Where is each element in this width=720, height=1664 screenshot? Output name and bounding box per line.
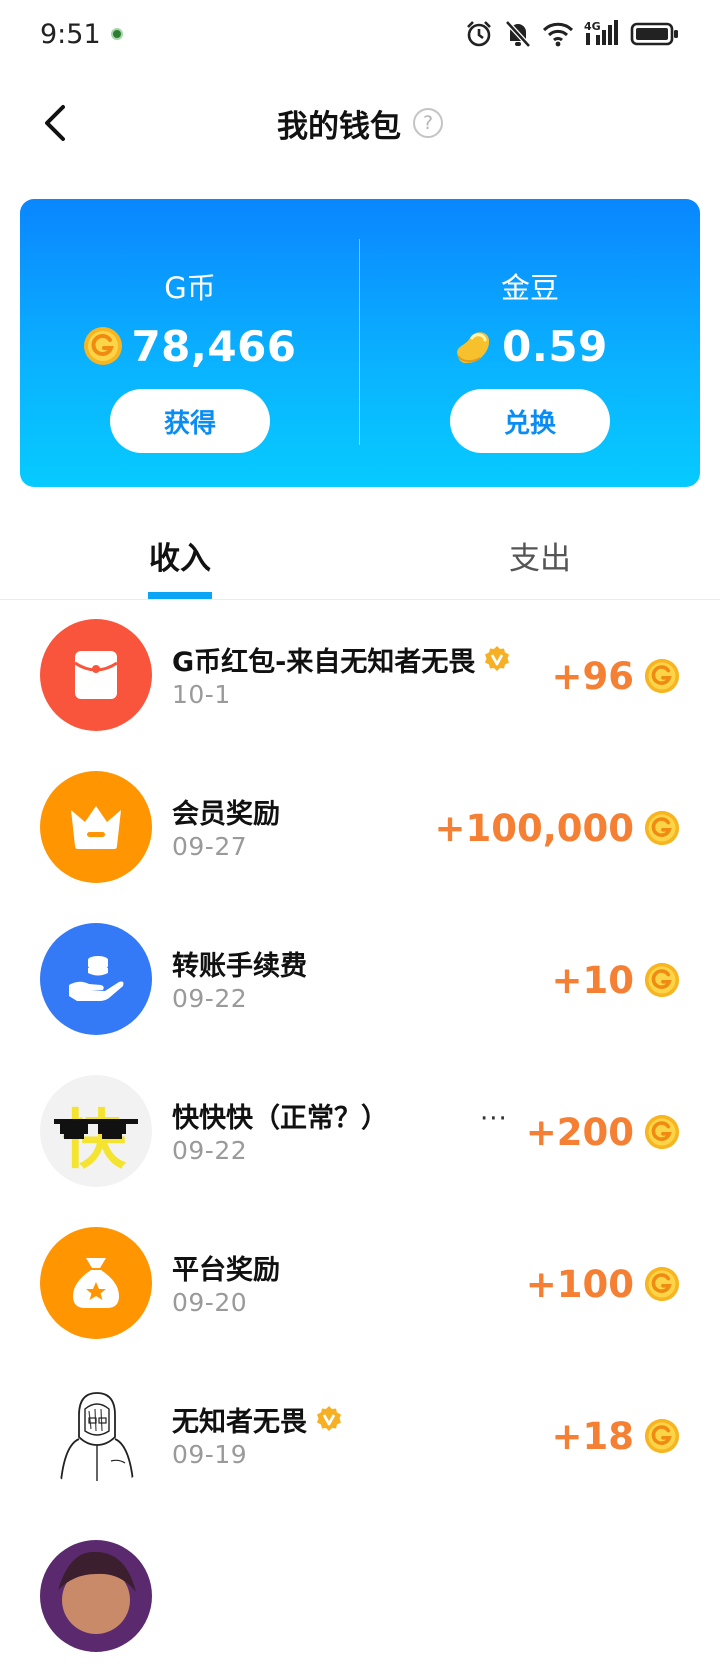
item-amount-row: +100,000 bbox=[434, 806, 680, 850]
gcoin-label: G币 bbox=[164, 271, 216, 305]
user-avatar-kuai: 快 bbox=[40, 1075, 152, 1187]
item-amount: +18 bbox=[551, 1414, 635, 1458]
more-icon[interactable]: ··· bbox=[480, 1104, 508, 1134]
verified-badge-icon bbox=[317, 1406, 341, 1431]
item-amount-row: +100 bbox=[525, 1262, 680, 1306]
item-title: 无知者无畏 bbox=[172, 1406, 307, 1438]
golden-bean-balance-row: 0.59 bbox=[452, 321, 608, 371]
notification-dot-icon bbox=[110, 28, 123, 40]
user-avatar bbox=[40, 1540, 152, 1652]
gcoin-icon bbox=[644, 1114, 680, 1150]
item-text: 转账手续费 09-22 bbox=[172, 944, 307, 1014]
time-text: 9:51 bbox=[40, 18, 101, 50]
item-title: 平台奖励 bbox=[172, 1254, 280, 1286]
question-circle-icon[interactable]: ? bbox=[413, 108, 443, 138]
item-amount: +100 bbox=[525, 1262, 634, 1306]
get-gcoin-button[interactable]: 获得 bbox=[110, 389, 270, 453]
page-title: 我的钱包 bbox=[277, 108, 401, 145]
item-title-row: 平台奖励 bbox=[172, 1248, 280, 1286]
item-text: 会员奖励 09-27 bbox=[172, 792, 280, 862]
item-amount-row: +200 bbox=[525, 1110, 680, 1154]
tab-income[interactable]: 收入 bbox=[118, 530, 242, 580]
red-envelope-icon bbox=[40, 619, 152, 731]
exchange-button[interactable]: 兑换 bbox=[450, 389, 610, 453]
alarm-icon bbox=[467, 21, 491, 47]
gcoin-amount: 78,466 bbox=[131, 321, 297, 371]
item-title: 快快快（正常？） bbox=[172, 1102, 388, 1134]
item-title-row: G币红包-来自无知者无畏 bbox=[172, 640, 511, 678]
nav-bar: 我的钱包 ? bbox=[0, 78, 720, 168]
tab-expense[interactable]: 支出 bbox=[478, 530, 602, 580]
svg-text:4G: 4G bbox=[584, 20, 601, 33]
list-item[interactable]: 会员奖励 09-27 +100,000 bbox=[0, 752, 720, 904]
item-date: 09-27 bbox=[172, 832, 248, 861]
item-title: G币红包-来自无知者无畏 bbox=[172, 646, 476, 678]
item-date: 10-1 bbox=[172, 680, 231, 709]
chevron-left-icon bbox=[45, 105, 65, 141]
tab-bar: 收入 支出 bbox=[0, 510, 720, 600]
user-avatar-sketch bbox=[40, 1379, 152, 1491]
item-date: 09-22 bbox=[172, 984, 248, 1013]
item-amount: +96 bbox=[551, 654, 635, 698]
wifi-icon bbox=[542, 22, 574, 47]
status-time: 9:51 bbox=[40, 19, 123, 50]
item-date: 09-22 bbox=[172, 1136, 248, 1165]
hand-coins-icon bbox=[40, 923, 152, 1035]
gcoin-section: G币 78,466 获得 bbox=[20, 199, 360, 487]
back-button[interactable] bbox=[32, 100, 78, 146]
item-amount-row: +96 bbox=[551, 654, 681, 698]
help-glyph: ? bbox=[422, 112, 434, 134]
item-text: G币红包-来自无知者无畏 10-1 bbox=[172, 640, 511, 709]
wallet-card: G币 78,466 获得 金豆 0.59 兑换 bbox=[20, 199, 700, 487]
signal-4g-icon: 4G bbox=[584, 20, 618, 45]
gcoin-icon bbox=[644, 1266, 680, 1302]
gcoin-balance-row: 78,466 bbox=[83, 321, 297, 371]
item-amount: +100,000 bbox=[434, 806, 634, 850]
item-text: 快快快（正常？） 09-22 bbox=[172, 1096, 388, 1166]
golden-bean-amount: 0.59 bbox=[502, 321, 608, 371]
item-amount: +10 bbox=[551, 958, 635, 1002]
mute-icon bbox=[505, 20, 531, 48]
item-title-row: 会员奖励 bbox=[172, 792, 280, 830]
gcoin-icon bbox=[84, 327, 123, 365]
item-text: 无知者无畏 09-19 bbox=[172, 1400, 343, 1469]
item-amount: +200 bbox=[525, 1110, 634, 1154]
item-title-row: 无知者无畏 bbox=[172, 1400, 343, 1438]
list-item[interactable]: 转账手续费 09-22 +10 bbox=[0, 904, 720, 1056]
item-title: 会员奖励 bbox=[172, 798, 280, 830]
verified-badge-icon bbox=[485, 646, 510, 671]
transaction-list: G币红包-来自无知者无畏 10-1 +96 会员奖励 09-27 +100,00… bbox=[0, 600, 720, 1664]
gcoin-icon bbox=[644, 810, 680, 846]
bean-icon bbox=[457, 332, 490, 364]
gcoin-icon bbox=[644, 962, 680, 998]
golden-bean-label: 金豆 bbox=[500, 271, 559, 305]
active-tab-indicator bbox=[148, 592, 212, 599]
card-divider bbox=[359, 239, 360, 445]
list-item[interactable]: 快 快快快（正常？） 09-22 ··· +200 bbox=[0, 1056, 720, 1208]
list-item-partial[interactable] bbox=[0, 1512, 720, 1664]
status-icons: 4G bbox=[464, 19, 680, 49]
sunglasses-icon bbox=[54, 1119, 138, 1139]
crown-icon bbox=[40, 771, 152, 883]
item-amount-row: +10 bbox=[551, 958, 681, 1002]
gcoin-icon bbox=[644, 1418, 680, 1454]
gcoin-icon bbox=[644, 658, 680, 694]
item-amount-row: +18 bbox=[551, 1414, 681, 1458]
money-bag-icon bbox=[40, 1227, 152, 1339]
item-title-row: 快快快（正常？） bbox=[172, 1096, 388, 1134]
list-item[interactable]: 无知者无畏 09-19 +18 bbox=[0, 1360, 720, 1512]
item-date: 09-19 bbox=[172, 1440, 248, 1469]
item-title: 转账手续费 bbox=[172, 950, 307, 982]
item-date: 09-20 bbox=[172, 1288, 248, 1317]
list-item[interactable]: 平台奖励 09-20 +100 bbox=[0, 1208, 720, 1360]
list-item[interactable]: G币红包-来自无知者无畏 10-1 +96 bbox=[0, 600, 720, 752]
item-title-row: 转账手续费 bbox=[172, 944, 307, 982]
golden-bean-section: 金豆 0.59 兑换 bbox=[360, 199, 700, 487]
status-bar: 9:51 4G bbox=[0, 0, 720, 68]
battery-icon bbox=[630, 22, 678, 46]
item-text: 平台奖励 09-20 bbox=[172, 1248, 280, 1318]
